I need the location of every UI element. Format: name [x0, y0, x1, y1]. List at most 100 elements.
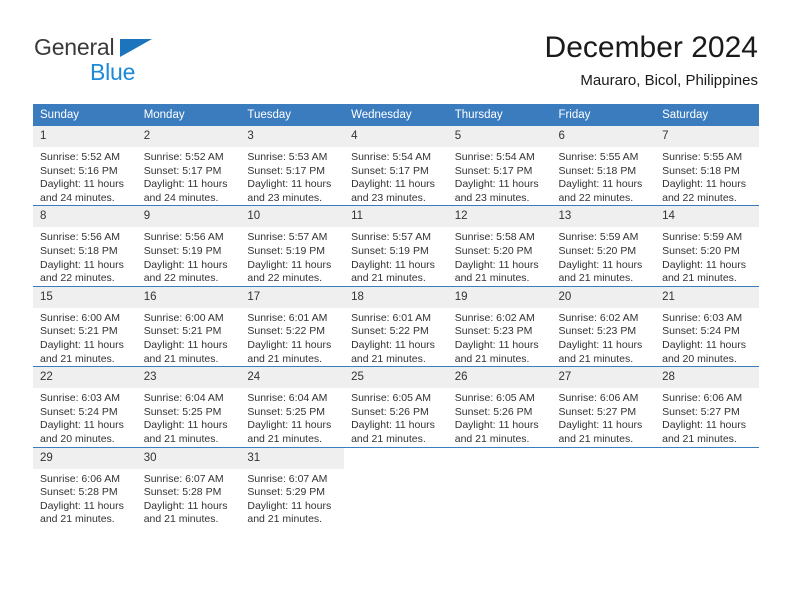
sunset-text: Sunset: 5:20 PM — [558, 244, 637, 257]
daylight-text: Daylight: 11 hours and 24 minutes. — [40, 178, 124, 204]
week-row: 22 Sunrise: 6:03 AM Sunset: 5:24 PM Dayligh… — [33, 366, 759, 447]
day-cell[interactable]: 8 Sunrise: 5:56 AM Sunset: 5:18 PM Daylight… — [33, 205, 137, 287]
day-info: Sunrise: 6:01 AM Sunset: 5:22 PM Daylight:… — [344, 308, 448, 366]
day-cell[interactable]: 5 Sunrise: 5:54 AM Sunset: 5:17 PM Daylight… — [447, 126, 552, 206]
day-number: 13 — [551, 206, 656, 228]
sunrise-text: Sunrise: 6:00 AM — [40, 311, 120, 324]
day-cell[interactable]: 19 Sunrise: 6:02 AM Sunset: 5:23 PM Dayligh… — [447, 285, 552, 367]
day-cell[interactable]: 15 Sunrise: 6:00 AM Sunset: 5:21 PM Dayligh… — [33, 285, 137, 367]
sunrise-text: Sunrise: 6:02 AM — [454, 311, 535, 324]
sunset-text: Sunset: 5:23 PM — [558, 325, 637, 338]
day-info: Sunrise: 5:59 AM Sunset: 5:20 PM Daylight:… — [551, 227, 655, 285]
day-info: Sunrise: 6:05 AM Sunset: 5:26 PM Daylight:… — [344, 388, 448, 446]
day-number: 5 — [447, 126, 552, 147]
day-number: 25 — [344, 367, 448, 389]
day-cell[interactable]: 11 Sunrise: 5:57 AM Sunset: 5:19 PM Dayligh… — [344, 205, 448, 287]
day-cell[interactable]: 12 Sunrise: 5:58 AM Sunset: 5:20 PM Dayligh… — [447, 205, 552, 287]
page-subtitle: Mauraro, Bicol, Philippines — [580, 72, 758, 89]
day-number: 15 — [33, 286, 137, 308]
day-cell[interactable]: 31 Sunrise: 6:07 AM Sunset: 5:29 PM Dayligh… — [240, 446, 345, 527]
day-number: 11 — [344, 206, 448, 228]
sunset-text: Sunset: 5:24 PM — [662, 325, 740, 338]
brand-logo[interactable]: General Blue — [34, 36, 254, 88]
day-info: Sunrise: 6:03 AM Sunset: 5:24 PM Daylight:… — [33, 388, 137, 446]
week-row: 1 Sunrise: 5:52 AM Sunset: 5:16 PM Daylight… — [33, 126, 759, 206]
daylight-text: Daylight: 11 hours and 21 minutes. — [558, 258, 643, 285]
sunrise-text: Sunrise: 6:00 AM — [143, 311, 224, 324]
day-number: 26 — [447, 367, 552, 389]
day-info: Sunrise: 6:02 AM Sunset: 5:23 PM Daylight:… — [448, 308, 552, 366]
day-cell-empty — [655, 446, 759, 527]
day-cell[interactable]: 18 Sunrise: 6:01 AM Sunset: 5:22 PM Dayligh… — [344, 285, 448, 367]
day-cell[interactable]: 10 Sunrise: 5:57 AM Sunset: 5:19 PM Dayligh… — [240, 205, 345, 287]
day-number: 29 — [33, 447, 137, 469]
day-cell[interactable]: 29 Sunrise: 6:06 AM Sunset: 5:28 PM Dayligh… — [33, 446, 137, 527]
weekday-header-sunday: Sunday — [33, 104, 137, 126]
day-cell[interactable]: 26 Sunrise: 6:05 AM Sunset: 5:26 PM Dayligh… — [447, 366, 552, 447]
sunset-text: Sunset: 5:19 PM — [247, 244, 326, 257]
day-cell[interactable]: 28 Sunrise: 6:06 AM Sunset: 5:27 PM Dayligh… — [655, 366, 759, 447]
page-title: December 2024 — [544, 31, 758, 64]
sunrise-text: Sunrise: 6:03 AM — [40, 392, 120, 405]
day-cell-empty — [551, 446, 656, 527]
daylight-text: Daylight: 11 hours and 21 minutes. — [662, 258, 746, 285]
day-cell[interactable]: 24 Sunrise: 6:04 AM Sunset: 5:25 PM Dayligh… — [240, 366, 345, 447]
day-number: 19 — [447, 286, 552, 308]
day-cell[interactable]: 17 Sunrise: 6:01 AM Sunset: 5:22 PM Dayligh… — [240, 285, 345, 367]
day-info: Sunrise: 5:59 AM Sunset: 5:20 PM Daylight:… — [655, 227, 759, 285]
day-number: 10 — [240, 206, 345, 228]
day-number: 31 — [240, 447, 345, 469]
daylight-text: Daylight: 11 hours and 21 minutes. — [143, 419, 228, 445]
daylight-text: Daylight: 11 hours and 21 minutes. — [351, 258, 435, 285]
day-cell[interactable]: 21 Sunrise: 6:03 AM Sunset: 5:24 PM Dayligh… — [655, 285, 759, 367]
day-info: Sunrise: 5:54 AM Sunset: 5:17 PM Daylight:… — [448, 147, 552, 205]
daylight-text: Daylight: 11 hours and 21 minutes. — [558, 338, 643, 365]
weekday-header-row: Sunday Monday Tuesday Wednesday Thursday… — [33, 104, 759, 126]
day-info: Sunrise: 6:00 AM Sunset: 5:21 PM Daylight:… — [33, 308, 137, 366]
day-number: 20 — [551, 286, 656, 308]
day-cell[interactable]: 30 Sunrise: 6:07 AM Sunset: 5:28 PM Dayligh… — [136, 446, 241, 527]
daylight-text: Daylight: 11 hours and 23 minutes. — [351, 178, 435, 204]
day-info: Sunrise: 6:07 AM Sunset: 5:28 PM Daylight:… — [137, 469, 241, 527]
daylight-text: Daylight: 11 hours and 21 minutes. — [351, 419, 435, 445]
sunset-text: Sunset: 5:18 PM — [558, 164, 637, 177]
daylight-text: Daylight: 11 hours and 21 minutes. — [454, 338, 539, 365]
day-number: 4 — [344, 126, 448, 147]
sunrise-text: Sunrise: 5:59 AM — [662, 231, 743, 244]
day-cell[interactable]: 4 Sunrise: 5:54 AM Sunset: 5:17 PM Daylight… — [344, 126, 448, 206]
sunrise-text: Sunrise: 5:55 AM — [662, 151, 743, 163]
day-cell[interactable]: 14 Sunrise: 5:59 AM Sunset: 5:20 PM Dayligh… — [655, 205, 759, 287]
day-cell[interactable]: 13 Sunrise: 5:59 AM Sunset: 5:20 PM Dayligh… — [551, 205, 656, 287]
weekday-header-tuesday: Tuesday — [240, 104, 345, 126]
day-info: Sunrise: 5:58 AM Sunset: 5:20 PM Daylight:… — [448, 227, 552, 285]
day-cell[interactable]: 2 Sunrise: 5:52 AM Sunset: 5:17 PM Daylight… — [136, 126, 241, 206]
sunrise-text: Sunrise: 5:56 AM — [143, 231, 224, 244]
day-info: Sunrise: 5:54 AM Sunset: 5:17 PM Daylight:… — [344, 147, 448, 205]
day-cell[interactable]: 20 Sunrise: 6:02 AM Sunset: 5:23 PM Dayligh… — [551, 285, 656, 367]
day-cell[interactable]: 1 Sunrise: 5:52 AM Sunset: 5:16 PM Daylight… — [33, 126, 137, 206]
daylight-text: Daylight: 11 hours and 22 minutes. — [662, 178, 746, 204]
day-cell[interactable]: 25 Sunrise: 6:05 AM Sunset: 5:26 PM Dayligh… — [344, 366, 448, 447]
daylight-text: Daylight: 11 hours and 21 minutes. — [143, 338, 228, 365]
day-cell[interactable]: 3 Sunrise: 5:53 AM Sunset: 5:17 PM Daylight… — [240, 126, 345, 206]
day-cell[interactable]: 6 Sunrise: 5:55 AM Sunset: 5:18 PM Daylight… — [551, 126, 656, 206]
day-info: Sunrise: 5:55 AM Sunset: 5:18 PM Daylight:… — [551, 147, 655, 205]
day-cell[interactable]: 27 Sunrise: 6:06 AM Sunset: 5:27 PM Dayligh… — [551, 366, 656, 447]
day-cell[interactable]: 22 Sunrise: 6:03 AM Sunset: 5:24 PM Dayligh… — [33, 366, 137, 447]
sunrise-text: Sunrise: 6:05 AM — [351, 392, 432, 405]
daylight-text: Daylight: 11 hours and 21 minutes. — [454, 419, 539, 445]
week-row: 8 Sunrise: 5:56 AM Sunset: 5:18 PM Daylight… — [33, 205, 759, 287]
daylight-text: Daylight: 11 hours and 24 minutes. — [143, 178, 228, 204]
day-cell[interactable]: 16 Sunrise: 6:00 AM Sunset: 5:21 PM Dayligh… — [136, 285, 241, 367]
sunset-text: Sunset: 5:17 PM — [454, 164, 533, 177]
weekday-header-monday: Monday — [136, 104, 241, 126]
day-number: 23 — [136, 367, 241, 389]
sunrise-text: Sunrise: 6:04 AM — [143, 392, 224, 405]
sunrise-text: Sunrise: 6:03 AM — [662, 311, 743, 324]
weekday-header-wednesday: Wednesday — [344, 104, 448, 126]
day-cell[interactable]: 23 Sunrise: 6:04 AM Sunset: 5:25 PM Dayligh… — [136, 366, 241, 447]
day-cell[interactable]: 7 Sunrise: 5:55 AM Sunset: 5:18 PM Daylight… — [655, 126, 759, 206]
daylight-text: Daylight: 11 hours and 22 minutes. — [558, 178, 643, 204]
day-cell[interactable]: 9 Sunrise: 5:56 AM Sunset: 5:19 PM Daylight… — [136, 205, 241, 287]
day-info: Sunrise: 6:06 AM Sunset: 5:27 PM Daylight:… — [655, 388, 759, 446]
